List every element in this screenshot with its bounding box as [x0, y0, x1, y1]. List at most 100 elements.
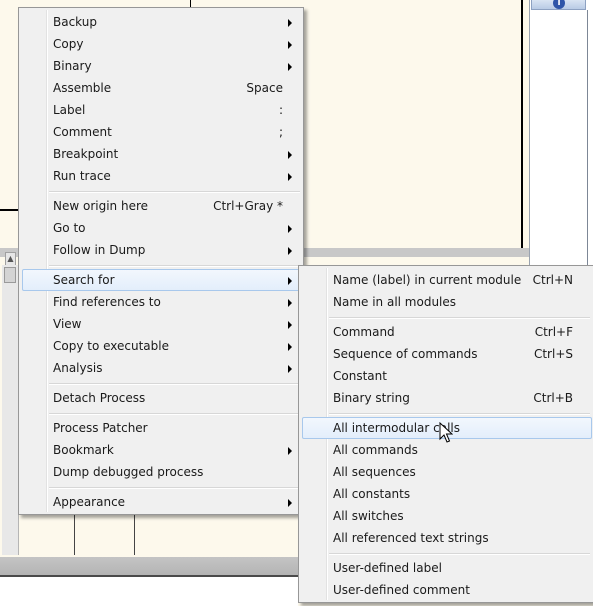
menu-separator: [329, 317, 590, 319]
menu-separator: [329, 553, 590, 555]
menu-item-label: Copy to executable: [53, 339, 169, 353]
menu-item-backup[interactable]: Backup: [22, 11, 300, 33]
submenu-item-all-switches[interactable]: All switches: [302, 505, 590, 527]
submenu-arrow-icon: [288, 173, 292, 181]
menu-item-label: Binary string: [333, 391, 410, 405]
submenu-arrow-icon: [288, 277, 292, 285]
menu-item-shortcut: Ctrl+Gray *: [213, 199, 283, 213]
menu-item-assemble[interactable]: Assemble Space: [22, 77, 300, 99]
submenu-arrow-icon: [288, 19, 292, 27]
side-panel-border: [587, 10, 588, 270]
right-side-panel: [529, 0, 593, 270]
menu-item-breakpoint[interactable]: Breakpoint: [22, 143, 300, 165]
menu-item-view[interactable]: View: [22, 313, 300, 335]
menu-item-label: User-defined label: [333, 561, 442, 575]
submenu-arrow-icon: [288, 299, 292, 307]
menu-item-comment[interactable]: Comment;: [22, 121, 300, 143]
menu-item-shortcut: Ctrl+S: [533, 347, 573, 361]
menu-item-label: Comment: [53, 125, 112, 139]
info-icon: i: [553, 0, 565, 9]
menu-separator: [49, 265, 300, 267]
menu-separator: [49, 191, 300, 193]
menu-item-shortcut: :: [278, 103, 283, 117]
pane-border-right: [521, 0, 523, 250]
dump-col-divider-2: [134, 515, 135, 555]
menu-item-detach-process[interactable]: Detach Process: [22, 387, 300, 409]
menu-item-go-to[interactable]: Go to: [22, 217, 300, 239]
menu-separator: [329, 413, 590, 415]
pane-border-left: [0, 209, 20, 211]
status-area: [0, 577, 298, 606]
submenu-arrow-icon: [288, 151, 292, 159]
menu-item-shortcut: Ctrl+N: [532, 273, 573, 287]
submenu-item-binary-string[interactable]: Binary string Ctrl+B: [302, 387, 590, 409]
bottom-splitter[interactable]: [0, 557, 298, 575]
dump-col-divider-1: [74, 515, 75, 555]
menu-item-shortcut: Ctrl+F: [534, 325, 573, 339]
menu-item-label: Backup: [53, 15, 97, 29]
menu-item-dump-debugged[interactable]: Dump debugged process: [22, 461, 300, 483]
submenu-arrow-icon: [288, 499, 292, 507]
menu-item-label: Sequence of commands: [333, 347, 478, 361]
context-menu: Backup Copy Binary Assemble Space Label: …: [18, 7, 304, 515]
submenu-arrow-icon: [288, 63, 292, 71]
submenu-arrow-icon: [288, 447, 292, 455]
menu-item-process-patcher[interactable]: Process Patcher: [22, 417, 300, 439]
menu-item-find-references[interactable]: Find references to: [22, 291, 300, 313]
menu-item-appearance[interactable]: Appearance: [22, 491, 300, 513]
mouse-pointer-icon: [439, 422, 453, 443]
menu-item-label: Label: [53, 103, 86, 117]
menu-separator: [49, 413, 300, 415]
menu-item-copy[interactable]: Copy: [22, 33, 300, 55]
submenu-item-user-label[interactable]: User-defined label: [302, 557, 590, 579]
scrollbar-track[interactable]: [2, 265, 19, 555]
scroll-up-arrow[interactable]: ▲: [5, 252, 16, 266]
menu-item-bookmark[interactable]: Bookmark: [22, 439, 300, 461]
menu-item-copy-to-executable[interactable]: Copy to executable: [22, 335, 300, 357]
menu-item-label: User-defined comment: [333, 583, 470, 597]
menu-item-label-edit[interactable]: Label:: [22, 99, 300, 121]
submenu-item-all-text-strings[interactable]: All referenced text strings: [302, 527, 590, 549]
menu-item-label: Analysis: [53, 361, 103, 375]
menu-item-analysis[interactable]: Analysis: [22, 357, 300, 379]
menu-item-label: New origin here: [53, 199, 149, 213]
submenu-item-constant[interactable]: Constant: [302, 365, 590, 387]
menu-separator: [49, 383, 300, 385]
submenu-item-sequence[interactable]: Sequence of commands Ctrl+S: [302, 343, 590, 365]
menu-item-label: Binary: [53, 59, 92, 73]
menu-item-label: All sequences: [333, 465, 416, 479]
menu-item-new-origin[interactable]: New origin here Ctrl+Gray *: [22, 195, 300, 217]
menu-item-follow-in-dump[interactable]: Follow in Dump: [22, 239, 300, 261]
menu-item-label: Copy: [53, 37, 84, 51]
info-button[interactable]: i: [531, 0, 586, 10]
menu-item-shortcut: Ctrl+B: [533, 391, 573, 405]
menu-item-label: Appearance: [53, 495, 126, 509]
menu-item-label: Follow in Dump: [53, 243, 146, 257]
submenu-arrow-icon: [288, 321, 292, 329]
menu-item-label: Process Patcher: [53, 421, 148, 435]
menu-item-label: All constants: [333, 487, 411, 501]
menu-item-label: View: [53, 317, 82, 331]
submenu-item-all-constants[interactable]: All constants: [302, 483, 590, 505]
menu-item-label: Command: [333, 325, 395, 339]
submenu-item-all-sequences[interactable]: All sequences: [302, 461, 590, 483]
menu-item-label: All switches: [333, 509, 404, 523]
submenu-arrow-icon: [288, 225, 292, 233]
menu-item-label: Go to: [53, 221, 86, 235]
menu-item-label: Detach Process: [53, 391, 146, 405]
menu-item-run-trace[interactable]: Run trace: [22, 165, 300, 187]
submenu-item-name-all-modules[interactable]: Name in all modules: [302, 291, 590, 313]
menu-item-label: Assemble: [53, 81, 112, 95]
menu-item-binary[interactable]: Binary: [22, 55, 300, 77]
submenu-item-user-comment[interactable]: User-defined comment: [302, 579, 590, 601]
submenu-arrow-icon: [288, 343, 292, 351]
scrollbar-thumb[interactable]: [4, 267, 16, 283]
menu-item-shortcut: Space: [246, 81, 283, 95]
submenu-item-command[interactable]: Command Ctrl+F: [302, 321, 590, 343]
menu-item-label: Name in all modules: [333, 295, 457, 309]
menu-item-search-for[interactable]: Search for: [22, 269, 300, 291]
menu-item-label: Breakpoint: [53, 147, 119, 161]
menu-item-label: Search for: [53, 273, 115, 287]
menu-item-label: Constant: [333, 369, 387, 383]
submenu-item-name-in-module[interactable]: Name (label) in current module Ctrl+N: [302, 269, 590, 291]
